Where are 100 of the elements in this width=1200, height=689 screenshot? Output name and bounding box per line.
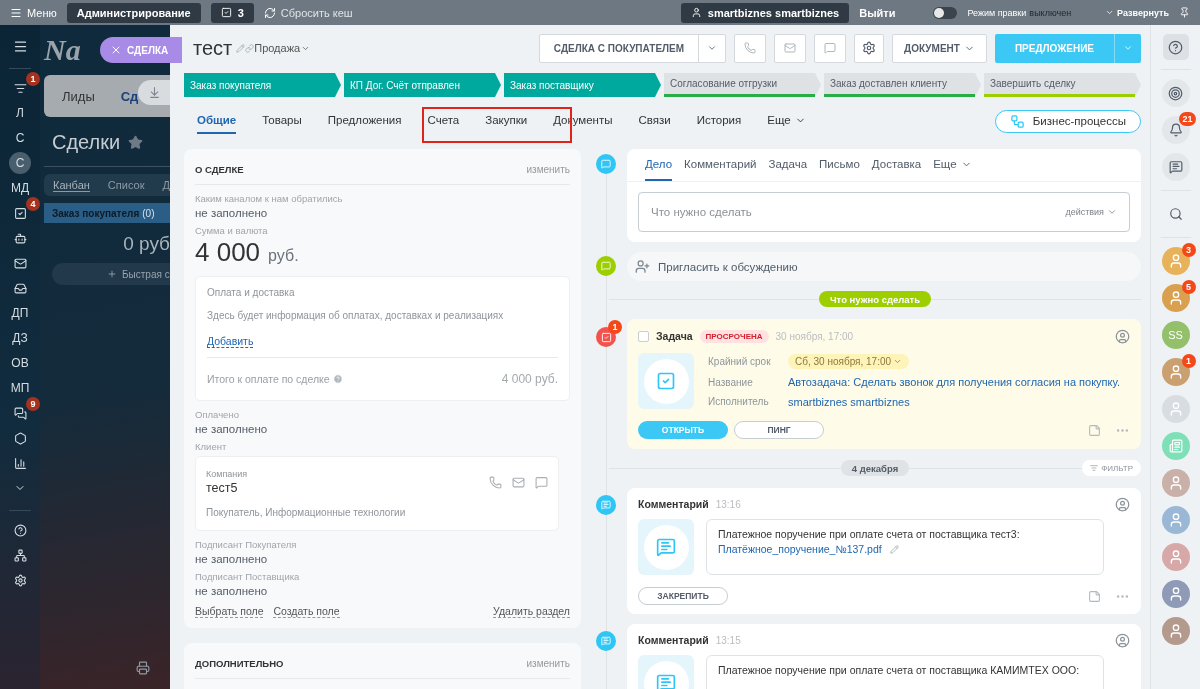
note-icon[interactable]	[1088, 589, 1101, 603]
avatar[interactable]	[1161, 284, 1190, 312]
stage-step[interactable]: Заказ доставлен клиенту	[824, 73, 981, 97]
phone-icon[interactable]	[489, 475, 502, 489]
user-icon[interactable]	[1115, 632, 1130, 648]
comment-title: Комментарий	[638, 498, 709, 510]
stage-step[interactable]: Согласование отгрузки	[664, 73, 821, 97]
comment-tile-icon	[638, 519, 694, 575]
chat-button[interactable]	[1161, 153, 1190, 181]
field-link[interactable]: smartbiznes smartbiznes	[788, 395, 910, 408]
todo-input[interactable]: Что нужно сделать действия	[638, 192, 1130, 232]
avatar[interactable]	[1161, 506, 1190, 534]
avatar[interactable]	[1161, 469, 1190, 497]
tab[interactable]: Счета	[427, 108, 460, 134]
view-tab[interactable]: Список	[107, 179, 145, 191]
nav-item[interactable]: Л	[9, 102, 31, 124]
search-icon[interactable]	[1168, 207, 1183, 221]
business-process-button[interactable]: Бизнес-процессы	[994, 109, 1141, 133]
plus-icon	[107, 269, 117, 279]
edit-mode-toggle[interactable]	[933, 6, 958, 19]
mail-icon[interactable]	[512, 475, 525, 489]
pin-button[interactable]: ЗАКРЕПИТЬ	[638, 587, 728, 605]
tab[interactable]: История	[696, 108, 742, 134]
document-button[interactable]: ДОКУМЕНТ	[892, 33, 987, 63]
editor-tab[interactable]: Письмо	[819, 149, 860, 181]
avatar[interactable]	[1161, 580, 1190, 608]
printer-icon[interactable]	[136, 661, 150, 675]
editor-tab[interactable]: Доставка	[871, 149, 922, 181]
menu-icon	[12, 38, 28, 54]
field-label: Название	[708, 377, 754, 388]
stage-step[interactable]: Завершить сделку	[984, 73, 1141, 97]
editor-tab[interactable]: Дело	[645, 149, 673, 181]
field-link[interactable]: Выбрать поле	[195, 605, 264, 618]
invite-button[interactable]: Пригласить к обсуждению	[627, 252, 1141, 281]
note-icon[interactable]	[1088, 423, 1101, 437]
nav-item[interactable]: ДП	[9, 302, 31, 324]
help-icon[interactable]	[332, 374, 343, 384]
target-button[interactable]	[1161, 79, 1190, 107]
reset-cache-button[interactable]: Сбросить кеш	[280, 6, 353, 19]
comment-time: 13:16	[715, 498, 741, 510]
nav-item[interactable]: МП	[9, 377, 31, 399]
field-label: Исполнитель	[708, 396, 770, 408]
star-icon[interactable]	[128, 135, 144, 150]
task-checkbox[interactable]	[638, 330, 649, 342]
admin-button[interactable]: Администрирование	[66, 2, 201, 23]
filter-icon	[13, 81, 27, 95]
avatar[interactable]	[1161, 543, 1190, 571]
menu-button[interactable]: Меню	[27, 6, 57, 19]
comment-title: Комментарий	[638, 634, 709, 646]
avatar[interactable]	[1161, 358, 1190, 386]
category-dropdown[interactable]: Продажа	[254, 42, 311, 54]
minimize-button[interactable]	[138, 80, 170, 105]
nav-item[interactable]: С	[9, 127, 31, 149]
expand-button[interactable]: Развернуть	[1117, 7, 1169, 18]
editor-tab[interactable]: Еще	[933, 149, 972, 181]
field-label: Крайний срок	[708, 356, 772, 368]
help-button[interactable]	[1162, 34, 1189, 60]
arrow-down-icon	[147, 86, 161, 99]
editor-tab[interactable]: Задача	[768, 149, 808, 181]
tab[interactable]: Предложения	[327, 108, 402, 134]
nav-item[interactable]: ОВ	[9, 352, 31, 374]
field-label: Клиент	[195, 441, 228, 452]
tab[interactable]: Общие	[197, 108, 237, 134]
pin-icon[interactable]	[1179, 7, 1190, 18]
tab[interactable]: Товары	[262, 108, 302, 134]
view-tab[interactable]: Канбан	[53, 178, 90, 192]
file-link[interactable]: Платёжное_поручение_№137.pdf	[718, 543, 882, 555]
nav-item[interactable]: МД	[9, 177, 31, 199]
counter-badge: 1	[608, 320, 622, 334]
user-icon[interactable]	[1115, 328, 1130, 344]
client-name[interactable]: тест5	[206, 481, 248, 495]
nav-item[interactable]: С	[9, 152, 31, 174]
client-type: Компания	[206, 469, 248, 479]
phone-icon	[744, 42, 757, 54]
delete-section-link[interactable]: Удалить раздел	[493, 605, 570, 618]
chat-icon[interactable]	[535, 475, 548, 489]
tab[interactable]: Связи	[638, 108, 671, 134]
quick-add-button[interactable]: Быстрая с	[52, 263, 170, 285]
tab[interactable]: Лиды	[62, 88, 95, 104]
tab[interactable]: Еще	[767, 108, 806, 134]
field-link[interactable]: Создать поле	[273, 605, 340, 618]
settings-button[interactable]	[854, 33, 885, 63]
tab[interactable]: Закупки	[485, 108, 528, 134]
editor-tab[interactable]: Комментарий	[684, 149, 757, 181]
filter-icon	[1090, 464, 1099, 472]
deal-type-button[interactable]: СДЕЛКА С ПОКУПАТЕЛЕМ	[538, 33, 727, 63]
user-button[interactable]: smartbiznes smartbiznes	[680, 2, 850, 23]
view-tab[interactable]: Д	[162, 179, 170, 191]
total-value: 4 000 руб.	[501, 372, 558, 386]
add-link[interactable]: Добавить	[207, 335, 254, 348]
action-button[interactable]: ПИНГ	[734, 421, 824, 439]
field-link[interactable]: Автозадача: Сделать звонок для получения согласия на покупку.	[788, 376, 1120, 389]
avatar[interactable]	[1161, 247, 1190, 275]
deadline-pill[interactable]: Сб, 30 ноября, 17:00	[788, 354, 910, 370]
avatar[interactable]	[1161, 617, 1190, 645]
logout-link[interactable]: Выйти	[859, 6, 896, 19]
tab[interactable]: Сд	[120, 88, 139, 104]
user-icon[interactable]	[1115, 496, 1130, 512]
counter-button[interactable]: 3	[210, 2, 254, 23]
nav-item[interactable]: ДЗ	[9, 327, 31, 349]
